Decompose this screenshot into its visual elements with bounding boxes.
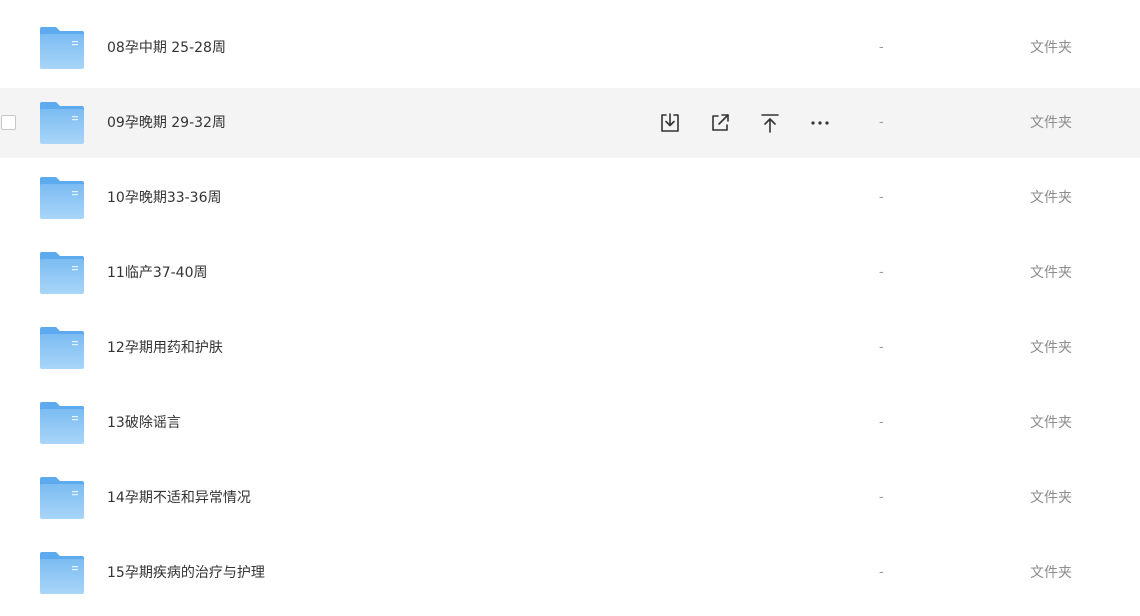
file-size: - [879, 115, 884, 130]
file-type: 文件夹 [1030, 40, 1072, 56]
file-size: - [879, 565, 884, 580]
file-size: - [879, 490, 884, 505]
file-type: 文件夹 [1030, 190, 1072, 206]
more-icon [811, 121, 829, 125]
file-row[interactable]: 15孕期疾病的治疗与护理 - 文件夹 [0, 538, 1140, 608]
file-type: 文件夹 [1030, 565, 1072, 581]
file-name[interactable]: 09孕晚期 29-32周 [107, 88, 226, 158]
download-button[interactable] [650, 103, 690, 143]
folder-icon [40, 327, 84, 369]
file-type: 文件夹 [1030, 415, 1072, 431]
file-list: 08孕中期 25-28周 - 文件夹 09孕晚期 29-32周 - 文件夹 10… [0, 0, 1140, 616]
download-icon [661, 113, 679, 132]
folder-icon [40, 27, 84, 69]
move-to-top-icon [761, 114, 779, 133]
file-row[interactable]: 13破除谣言 - 文件夹 [0, 388, 1140, 458]
move-to-top-button[interactable] [750, 103, 790, 143]
file-row[interactable]: 11临产37-40周 - 文件夹 [0, 238, 1140, 308]
file-size: - [879, 265, 884, 280]
file-name[interactable]: 14孕期不适和异常情况 [107, 463, 251, 533]
file-size: - [879, 190, 884, 205]
file-size: - [879, 340, 884, 355]
file-name[interactable]: 12孕期用药和护肤 [107, 313, 223, 383]
folder-icon [40, 252, 84, 294]
file-row[interactable]: 09孕晚期 29-32周 - 文件夹 [0, 88, 1140, 158]
file-type: 文件夹 [1030, 340, 1072, 356]
file-type: 文件夹 [1030, 265, 1072, 281]
share-icon [712, 114, 729, 131]
folder-icon [40, 102, 84, 144]
more-button[interactable] [800, 103, 840, 143]
file-name[interactable]: 15孕期疾病的治疗与护理 [107, 538, 265, 608]
file-type: 文件夹 [1030, 490, 1072, 506]
file-name[interactable]: 11临产37-40周 [107, 238, 208, 308]
folder-icon [40, 177, 84, 219]
file-type: 文件夹 [1030, 115, 1072, 131]
share-button[interactable] [700, 103, 740, 143]
file-size: - [879, 40, 884, 55]
folder-icon [40, 402, 84, 444]
file-name[interactable]: 13破除谣言 [107, 388, 181, 458]
file-size: - [879, 415, 884, 430]
file-row[interactable]: 14孕期不适和异常情况 - 文件夹 [0, 463, 1140, 533]
row-checkbox[interactable] [1, 115, 16, 130]
folder-icon [40, 477, 84, 519]
file-name[interactable]: 10孕晚期33-36周 [107, 163, 222, 233]
file-row[interactable]: 10孕晚期33-36周 - 文件夹 [0, 163, 1140, 233]
file-name[interactable]: 08孕中期 25-28周 [107, 13, 226, 83]
row-actions [650, 88, 850, 158]
file-row[interactable]: 08孕中期 25-28周 - 文件夹 [0, 13, 1140, 83]
file-row[interactable]: 12孕期用药和护肤 - 文件夹 [0, 313, 1140, 383]
folder-icon [40, 552, 84, 594]
